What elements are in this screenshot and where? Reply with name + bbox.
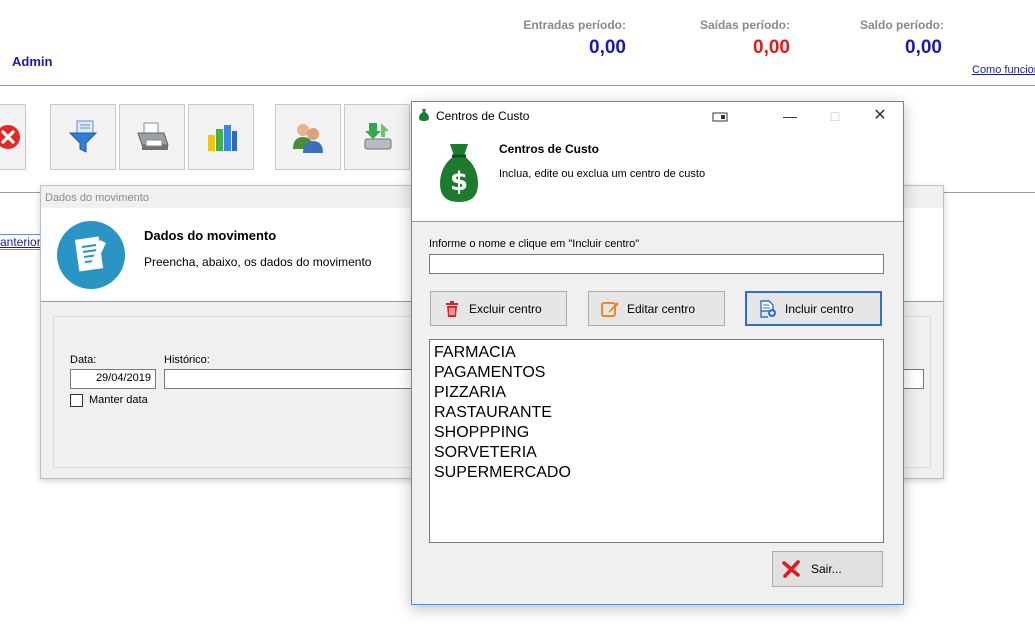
chart-button[interactable]: [188, 104, 254, 170]
users-button[interactable]: [275, 104, 341, 170]
list-item[interactable]: PIZZARIA: [434, 383, 879, 403]
money-bag-icon: $: [440, 144, 478, 202]
list-item[interactable]: SUPERMERCADO: [434, 463, 879, 483]
previous-link[interactable]: anterior: [0, 234, 44, 250]
edit-icon: [601, 301, 619, 317]
maximize-icon: □: [830, 108, 840, 124]
help-link[interactable]: Como funcior: [972, 64, 1035, 76]
saidas-value: 0,00: [753, 37, 790, 58]
import-button[interactable]: [344, 104, 410, 170]
data-field[interactable]: 29/04/2019: [70, 369, 156, 389]
list-item[interactable]: RASTAURANTE: [434, 403, 879, 423]
manter-data-label: Manter data: [89, 394, 148, 406]
centros-list[interactable]: FARMACIA PAGAMENTOS PIZZARIA RASTAURANTE…: [429, 339, 884, 543]
editar-centro-button[interactable]: Editar centro: [588, 291, 725, 326]
bar-chart-icon: [208, 125, 237, 151]
incluir-centro-button[interactable]: Incluir centro: [745, 291, 882, 326]
restore-window-button[interactable]: [705, 106, 735, 126]
incluir-centro-label: Incluir centro: [785, 301, 854, 316]
name-prompt-label: Informe o nome e clique em "Incluir cent…: [429, 238, 640, 250]
entradas-label: Entradas período:: [523, 18, 626, 32]
movimento-subtitle: Preencha, abaixo, os dados do movimento: [144, 255, 372, 269]
document-edit-icon: [57, 221, 125, 289]
centros-header: $ Centros de Custo Inclua, edite ou excl…: [412, 129, 903, 222]
editar-centro-label: Editar centro: [627, 301, 696, 316]
import-icon: [364, 123, 392, 150]
close-icon: [0, 125, 20, 149]
users-icon: [293, 124, 323, 153]
saidas-label: Saídas período:: [699, 18, 790, 32]
printer-icon: [137, 122, 169, 150]
window-pin-icon: [712, 112, 728, 122]
trash-icon: [446, 300, 458, 317]
centros-dialog: Centros de Custo — □ ✕ $ Centros de Cust…: [411, 101, 904, 605]
movimento-title: Dados do movimento: [144, 228, 277, 243]
header-divider: [0, 85, 1035, 86]
sair-label: Sair...: [811, 562, 842, 576]
manter-data-checkbox[interactable]: [70, 394, 83, 407]
close-icon: ✕: [873, 107, 887, 124]
entradas-value: 0,00: [589, 37, 626, 58]
historico-label: Histórico:: [164, 354, 210, 366]
centro-name-input[interactable]: [429, 254, 884, 274]
sair-button[interactable]: Sair...: [772, 551, 883, 587]
saldo-label: Saldo período:: [860, 18, 944, 32]
money-bag-icon: [419, 109, 429, 121]
saldo-value: 0,00: [905, 37, 942, 58]
list-item[interactable]: FARMACIA: [434, 343, 879, 363]
add-document-icon: [760, 299, 776, 318]
dialog-titlebar[interactable]: Centros de Custo — □ ✕: [412, 102, 903, 129]
list-item[interactable]: SHOPPPING: [434, 423, 879, 443]
excluir-centro-button[interactable]: Excluir centro: [430, 291, 567, 326]
filter-button[interactable]: [50, 104, 116, 170]
close-button[interactable]: [0, 104, 26, 170]
dialog-title: Centros de Custo: [436, 109, 530, 123]
centros-subtitle: Inclua, edite ou exclua um centro de cus…: [499, 168, 706, 180]
window-caption: Dados do movimento: [45, 192, 149, 204]
print-button[interactable]: [119, 104, 185, 170]
minimize-button[interactable]: —: [775, 106, 805, 126]
excluir-centro-label: Excluir centro: [469, 301, 542, 316]
centros-title: Centros de Custo: [499, 142, 600, 156]
svg-text:$: $: [450, 167, 468, 197]
close-icon: [782, 560, 800, 578]
maximize-button[interactable]: □: [820, 106, 850, 126]
user-name: Admin: [12, 54, 53, 69]
dialog-close-button[interactable]: ✕: [865, 106, 895, 126]
minimize-icon: —: [783, 108, 797, 124]
filter-icon: [68, 120, 98, 153]
list-item[interactable]: SORVETERIA: [434, 443, 879, 463]
data-label: Data:: [70, 354, 97, 366]
list-item[interactable]: PAGAMENTOS: [434, 363, 879, 383]
